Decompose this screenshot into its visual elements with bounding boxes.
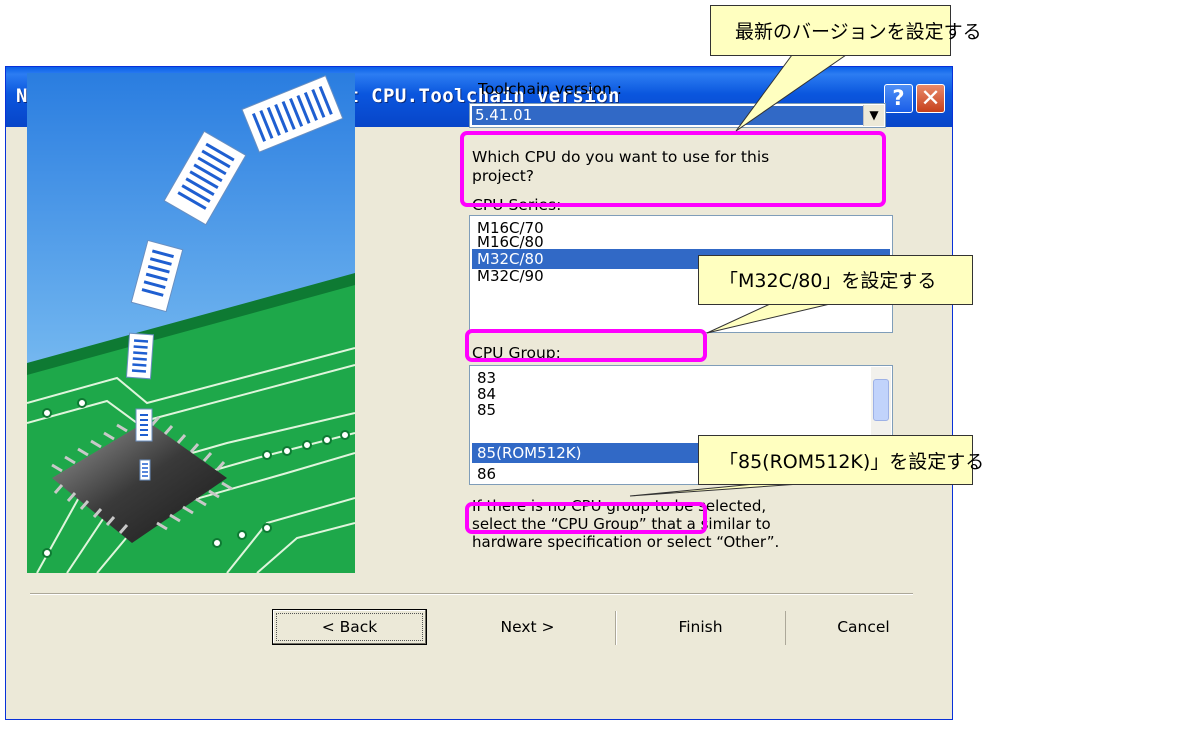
callout-cpu-group: 「85(ROM512K)」を設定する [698,435,984,485]
callout-toolchain: 最新のバージョンを設定する [710,5,982,56]
callout-toolchain-text: 最新のバージョンを設定する [735,21,982,43]
callout-cpu-group-text: 「85(ROM512K)」を設定する [719,451,985,473]
callout-cpu-series: 「M32C/80」を設定する [698,255,973,305]
callout-pointers [629,54,848,497]
callout-cpu-series-text: 「M32C/80」を設定する [719,270,937,292]
